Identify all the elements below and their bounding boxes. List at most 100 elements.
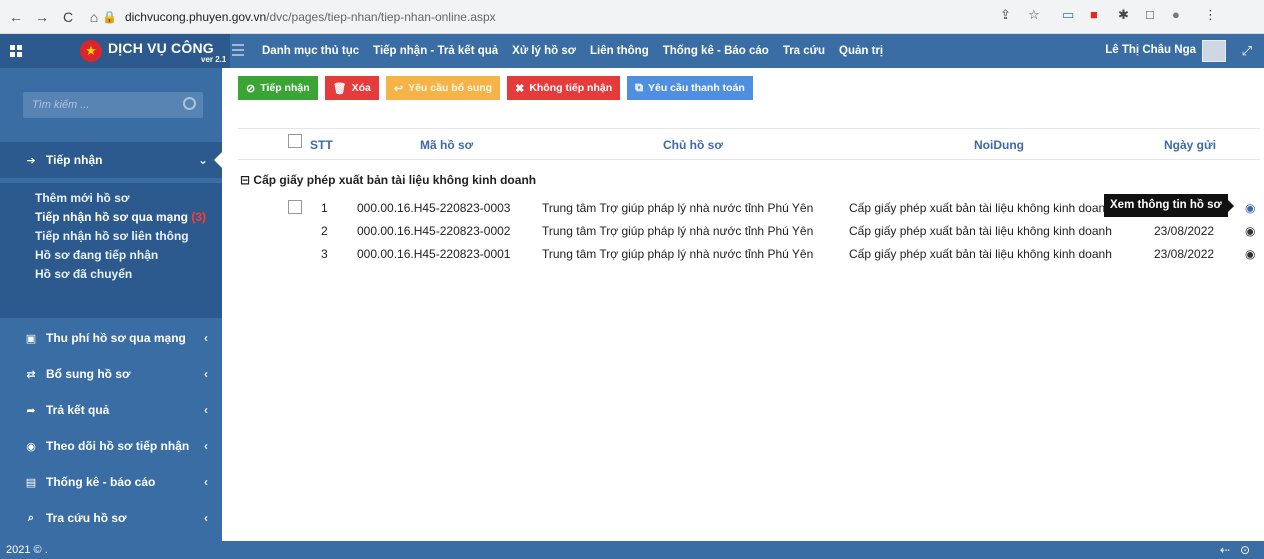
sidebar-item-theo-doi[interactable]: ◉ Theo dõi hồ sơ tiếp nhận ‹ xyxy=(0,428,222,464)
chevron-left-icon: ‹ xyxy=(204,439,208,453)
external-link-icon: ⧉ xyxy=(635,81,643,94)
col-noi-dung[interactable]: NoiDung xyxy=(974,138,1024,152)
submenu-dang-tiep-nhan[interactable]: Hồ sơ đang tiếp nhận xyxy=(0,246,222,265)
select-all-checkbox[interactable] xyxy=(288,134,302,148)
sidebar-item-label: Bổ sung hồ sơ xyxy=(46,367,131,381)
national-emblem-icon: ★ xyxy=(80,40,102,62)
cell-noidung: Cấp giấy phép xuất bản tài liệu không ki… xyxy=(849,201,1106,215)
chevron-left-icon: ‹ xyxy=(204,511,208,525)
browser-menu-icon[interactable]: ⋮ xyxy=(1204,7,1217,23)
sidebar-search xyxy=(23,92,203,118)
submenu-them-moi[interactable]: Thêm mới hồ sơ xyxy=(0,189,222,208)
nav-danh-muc[interactable]: Danh mục thủ tục xyxy=(262,45,359,57)
view-eye-icon[interactable]: ◉ xyxy=(1245,201,1255,215)
footer: 2021 © . ⇠ ⊙ xyxy=(0,541,1264,559)
chevron-left-icon: ‹ xyxy=(204,475,208,489)
nav-quan-tri[interactable]: Quản trị xyxy=(839,45,883,57)
request-payment-button[interactable]: ⧉ Yêu cầu thanh toán xyxy=(627,76,753,100)
delete-button[interactable]: 🗑 Xóa xyxy=(324,76,379,100)
exchange-icon: ⇄ xyxy=(26,368,36,381)
submenu-lien-thong[interactable]: Tiếp nhận hồ sơ liên thông xyxy=(0,227,222,246)
request-more-label: Yêu cầu bổ sung xyxy=(408,82,493,94)
request-more-button[interactable]: ↩ Yêu cầu bổ sung xyxy=(385,76,501,100)
home-icon[interactable]: ⌂ xyxy=(84,9,104,25)
nav-xu-ly[interactable]: Xử lý hồ sơ xyxy=(512,45,576,57)
sidebar-item-tra-ket-qua[interactable]: ➦ Trả kết quả ‹ xyxy=(0,392,222,428)
sidepanel-icon[interactable]: □ xyxy=(1146,7,1154,22)
cell-chu: Trung tâm Trợ giúp pháp lý nhà nước tỉnh… xyxy=(542,247,814,261)
menu-toggle-icon[interactable] xyxy=(232,44,244,56)
sidebar-item-tra-cuu[interactable]: ⌕ Tra cứu hồ sơ ‹ xyxy=(0,500,222,536)
submenu-qua-mang[interactable]: Tiếp nhận hồ sơ qua mạng (3) xyxy=(0,208,222,227)
sidebar-item-label: Tiếp nhận xyxy=(46,153,103,167)
nav-tra-cuu[interactable]: Tra cứu xyxy=(783,45,825,57)
count-badge: (3) xyxy=(191,210,207,224)
reject-button[interactable]: ✖ Không tiếp nhận xyxy=(507,76,621,100)
table-row[interactable]: 2 000.00.16.H45-220823-0002 Trung tâm Tr… xyxy=(238,219,1260,242)
cell-stt: 2 xyxy=(321,224,328,238)
chevron-left-icon: ‹ xyxy=(204,403,208,417)
action-toolbar: ⊘ Tiếp nhận 🗑 Xóa ↩ Yêu cầu bổ sung ✖ Không … xyxy=(238,76,760,102)
sidebar-item-thu-phi[interactable]: ▣ Thu phí hồ sơ qua mạng ‹ xyxy=(0,320,222,356)
sidebar-item-tiep-nhan[interactable]: ➔ Tiếp nhận ⌄ xyxy=(0,142,223,178)
col-stt[interactable]: STT xyxy=(310,138,333,152)
back-icon[interactable]: ← xyxy=(6,9,26,25)
fullscreen-icon[interactable]: ⤢ xyxy=(1242,43,1252,59)
extensions-puzzle-icon[interactable]: ✱ xyxy=(1118,7,1129,23)
cell-chu: Trung tâm Trợ giúp pháp lý nhà nước tỉnh… xyxy=(542,224,814,238)
nav-thong-ke[interactable]: Thống kê - Báo cáo xyxy=(663,45,769,57)
extension-cast-icon[interactable]: ▭ xyxy=(1062,7,1074,23)
check-circle-icon: ⊘ xyxy=(246,82,256,95)
logout-icon[interactable]: ⇠ xyxy=(1220,543,1230,557)
table-header: STT Mã hồ sơ Chủ hồ sơ NoiDung Ngày gửi xyxy=(238,128,1260,160)
group-label: Cấp giấy phép xuất bản tài liệu không ki… xyxy=(253,173,537,187)
collapse-icon[interactable]: ⊟ xyxy=(240,173,250,187)
nav-lien-thong[interactable]: Liên thông xyxy=(590,45,649,57)
group-row[interactable]: ⊟ Cấp giấy phép xuất bản tài liệu không … xyxy=(240,173,536,187)
eye-icon: ◉ xyxy=(26,440,36,453)
submenu-qua-mang-label: Tiếp nhận hồ sơ qua mạng xyxy=(35,210,188,224)
star-icon[interactable]: ☆ xyxy=(1028,7,1040,23)
brand-title: DỊCH VỤ CÔNG xyxy=(108,40,214,56)
sidebar-submenu: Thêm mới hồ sơ Tiếp nhận hồ sơ qua mạng … xyxy=(0,183,222,318)
copyright: 2021 © . xyxy=(6,544,48,556)
search-icon: ⌕ xyxy=(27,511,35,524)
submenu-da-chuyen[interactable]: Hồ sơ đã chuyển xyxy=(0,265,222,284)
scroll-top-icon[interactable]: ⊙ xyxy=(1240,543,1250,557)
col-ngay-gui[interactable]: Ngày gửi xyxy=(1164,138,1216,152)
sidebar-item-bo-sung[interactable]: ⇄ Bổ sung hồ sơ ‹ xyxy=(0,356,222,392)
sidebar-item-thong-ke[interactable]: ▤ Thống kê - báo cáo ‹ xyxy=(0,464,222,500)
profile-icon[interactable]: ● xyxy=(1172,7,1180,22)
cell-noidung: Cấp giấy phép xuất bản tài liệu không ki… xyxy=(849,247,1112,261)
delete-label: Xóa xyxy=(351,82,371,94)
row-checkbox[interactable] xyxy=(288,200,302,214)
search-icon[interactable] xyxy=(183,97,196,110)
col-chu-ho-so[interactable]: Chủ hồ sơ xyxy=(663,138,723,152)
avatar[interactable] xyxy=(1202,40,1226,62)
cell-chu: Trung tâm Trợ giúp pháp lý nhà nước tỉnh… xyxy=(542,201,814,215)
accept-button[interactable]: ⊘ Tiếp nhận xyxy=(238,76,318,100)
sidebar: ➔ Tiếp nhận ⌄ Thêm mới hồ sơ Tiếp nhận h… xyxy=(0,68,223,541)
bar-chart-icon: ▤ xyxy=(25,476,37,489)
trash-icon: 🗑 xyxy=(332,82,347,95)
share-square-icon: ➦ xyxy=(26,404,36,417)
active-indicator xyxy=(214,151,223,169)
reload-icon[interactable]: C xyxy=(58,9,78,25)
nav-tiep-nhan[interactable]: Tiếp nhận - Trả kết quả xyxy=(373,45,498,57)
table-row[interactable]: 3 000.00.16.H45-220823-0001 Trung tâm Tr… xyxy=(238,242,1260,265)
share-icon[interactable]: ⇪ xyxy=(1000,7,1011,23)
brand-version: ver 2.1 xyxy=(201,55,227,64)
view-eye-icon[interactable]: ◉ xyxy=(1245,247,1255,261)
view-eye-icon[interactable]: ◉ xyxy=(1245,224,1255,238)
sidebar-item-label: Thu phí hồ sơ qua mạng xyxy=(46,331,186,345)
sidebar-item-label: Thống kê - báo cáo xyxy=(46,475,156,489)
forward-icon[interactable]: → xyxy=(32,9,52,25)
search-input[interactable] xyxy=(23,92,173,118)
col-ma-ho-so[interactable]: Mã hồ sơ xyxy=(420,138,473,152)
cell-ma: 000.00.16.H45-220823-0001 xyxy=(357,247,511,261)
cell-stt: 3 xyxy=(321,247,328,261)
user-name[interactable]: Lê Thị Châu Nga xyxy=(1105,44,1196,56)
address-bar[interactable]: 🔒 dichvucong.phuyen.gov.vn/dvc/pages/tie… xyxy=(102,5,1102,29)
extension-red-icon[interactable]: ■ xyxy=(1090,7,1098,22)
apps-grid-icon[interactable] xyxy=(10,45,22,57)
